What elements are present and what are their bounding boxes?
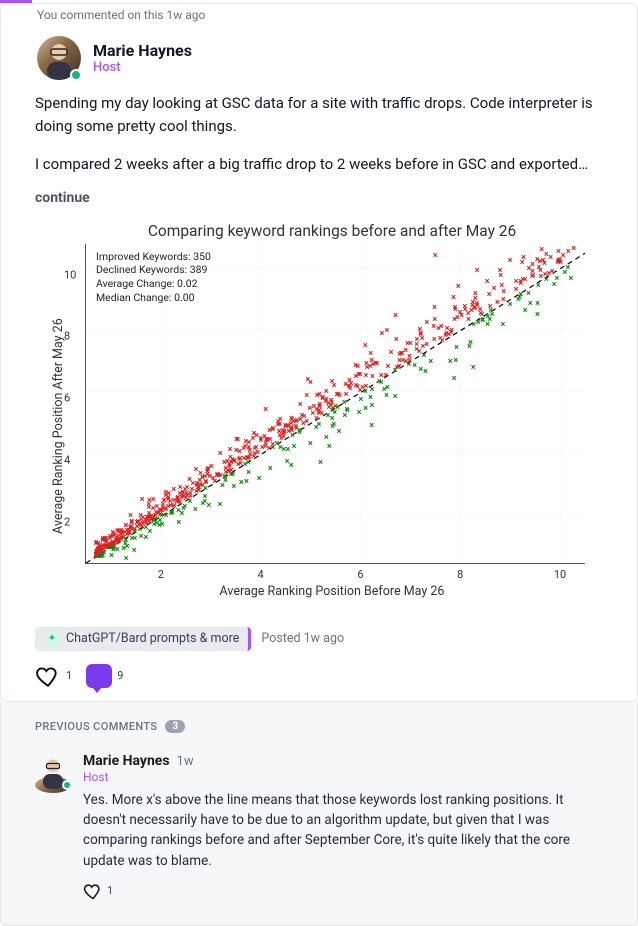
heart-icon <box>35 663 61 689</box>
presence-indicator <box>62 780 72 790</box>
post-meta-row: ✦ ChatGPT/Bard prompts & more Posted 1w … <box>1 621 637 655</box>
comment-time: 1w <box>177 754 194 769</box>
x-tick: 2 <box>158 568 164 581</box>
comments-button[interactable]: 9 <box>86 664 123 688</box>
y-tick: 6 <box>64 392 70 405</box>
comment-count: 9 <box>117 669 123 682</box>
comment-icon <box>86 664 112 688</box>
comment-item: Marie Haynes 1w Host Yes. More x's above… <box>1 747 637 905</box>
topic-tag[interactable]: ✦ ChatGPT/Bard prompts & more <box>35 627 251 651</box>
previous-comments-label: PREVIOUS COMMENTS <box>35 720 157 733</box>
comment-like-count: 1 <box>107 884 113 897</box>
post-paragraph-1: Spending my day looking at GSC data for … <box>35 92 603 139</box>
tag-label: ChatGPT/Bard prompts & more <box>66 631 239 646</box>
x-tick: 8 <box>457 568 463 581</box>
chart-xlabel: Average Ranking Position Before May 26 <box>69 584 595 599</box>
post-paragraph-2: I compared 2 weeks after a big traffic d… <box>35 153 603 176</box>
comment-like-button[interactable]: 1 <box>83 881 113 901</box>
like-count: 1 <box>66 669 72 682</box>
chart-title: Comparing keyword rankings before and af… <box>69 222 595 240</box>
author-name[interactable]: Marie Haynes <box>93 41 192 60</box>
previous-comments-count: 3 <box>165 720 185 733</box>
you-commented-notice: You commented on this 1w ago <box>1 4 637 32</box>
chart: Comparing keyword rankings before and af… <box>35 212 603 609</box>
like-button[interactable]: 1 <box>35 663 72 689</box>
heart-icon <box>83 881 103 901</box>
comment-author-name[interactable]: Marie Haynes <box>83 753 170 769</box>
post-actions: 1 9 <box>1 655 637 693</box>
posted-time: Posted 1w ago <box>261 631 344 646</box>
post-header: Marie Haynes Host <box>1 32 637 92</box>
author-avatar[interactable] <box>37 36 81 80</box>
previous-comments-header[interactable]: PREVIOUS COMMENTS 3 <box>1 702 637 747</box>
x-tick: 6 <box>357 568 363 581</box>
y-tick: 8 <box>64 330 70 343</box>
post-body: Spending my day looking at GSC data for … <box>1 92 637 206</box>
x-tick: 10 <box>554 568 566 581</box>
x-tick: 4 <box>258 568 264 581</box>
y-tick: 2 <box>64 516 70 529</box>
continue-button[interactable]: continue <box>35 190 90 206</box>
tag-icon: ✦ <box>44 631 60 647</box>
chart-plot-area: Improved Keywords: 350 Declined Keywords… <box>85 244 585 564</box>
y-tick: 10 <box>64 268 76 281</box>
comment-avatar[interactable] <box>35 753 71 789</box>
presence-indicator <box>70 69 82 81</box>
post-card: You commented on this 1w ago Marie Hayne… <box>0 3 638 702</box>
comment-text: Yes. More x's above the line means that … <box>83 790 603 871</box>
chart-ylabel: Average Ranking Position After May 26 <box>51 318 66 534</box>
comment-role: Host <box>83 770 603 784</box>
comments-section: PREVIOUS COMMENTS 3 Marie Haynes 1w Host… <box>0 702 638 926</box>
role-badge: Host <box>93 60 192 75</box>
y-tick: 4 <box>64 454 70 467</box>
